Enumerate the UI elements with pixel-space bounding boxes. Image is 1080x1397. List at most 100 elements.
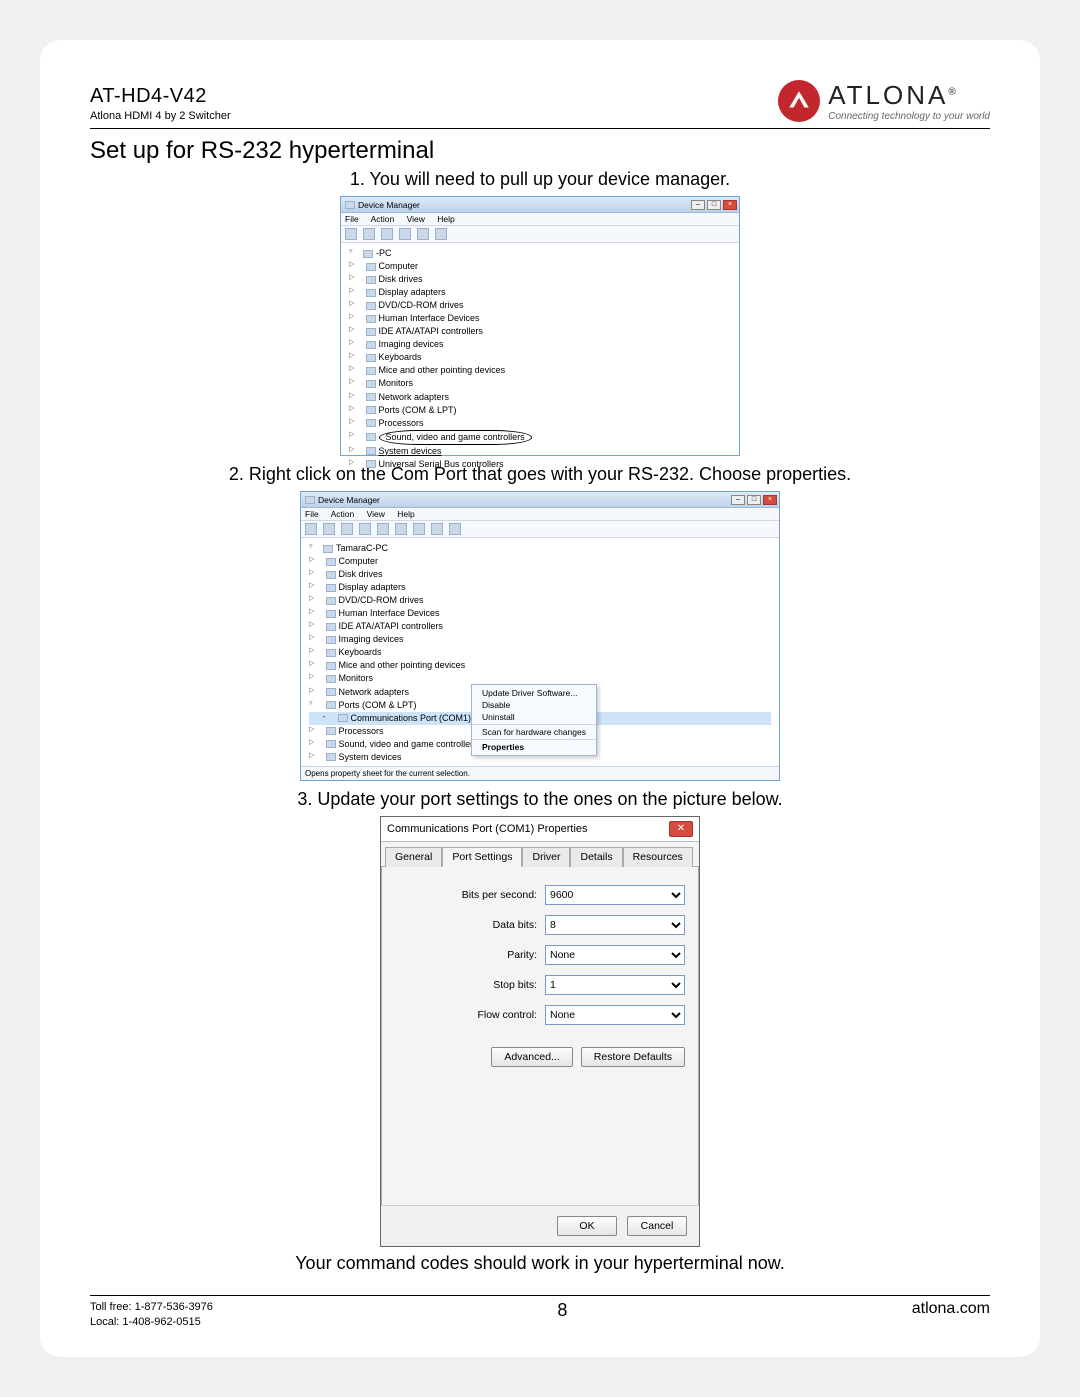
tree-display[interactable]: Display adapters [309,581,771,594]
tree-mice[interactable]: Mice and other pointing devices [349,364,731,377]
restore-defaults-button[interactable]: Restore Defaults [581,1047,685,1067]
tree-dvd[interactable]: DVD/CD-ROM drives [349,299,731,312]
tree-ide[interactable]: IDE ATA/ATAPI controllers [309,620,771,633]
tree-monitors[interactable]: Monitors [349,377,731,390]
menu-view[interactable]: View [367,509,385,519]
tree-sound[interactable]: Sound, video and game controllers [349,430,731,445]
tree-computer[interactable]: Computer [309,555,771,568]
tree-cpu[interactable]: Processors [349,417,731,430]
titlebar: Device Manager – □ × [301,492,779,508]
menu-file[interactable]: File [345,214,359,224]
win-title: Device Manager [318,495,380,505]
imaging-icon [366,341,376,349]
brand-tm: ® [948,86,958,97]
menu-action[interactable]: Action [371,214,395,224]
tree-usb[interactable]: Universal Serial Bus controllers [349,458,731,471]
maximize-button[interactable]: □ [747,495,761,505]
toolbar-icon[interactable] [341,523,353,535]
forward-icon[interactable] [363,228,375,240]
cancel-button[interactable]: Cancel [627,1216,687,1236]
minimize-button[interactable]: – [691,200,705,210]
tree-hid[interactable]: Human Interface Devices [349,312,731,325]
menu-action[interactable]: Action [331,509,355,519]
close-button[interactable]: × [763,495,777,505]
select-bps[interactable]: 9600 [545,885,685,905]
toolbar-icon[interactable] [381,228,393,240]
back-icon[interactable] [345,228,357,240]
tree-system[interactable]: System devices [349,445,731,458]
ctx-update[interactable]: Update Driver Software... [472,687,596,699]
dvd-icon [326,597,336,605]
tree-dvd[interactable]: DVD/CD-ROM drives [309,594,771,607]
menu-view[interactable]: View [407,214,425,224]
forward-icon[interactable] [323,523,335,535]
status-bar: Opens property sheet for the current sel… [301,766,779,780]
toolbar-icon[interactable] [395,523,407,535]
close-button[interactable]: × [723,200,737,210]
cpu-icon [326,727,336,735]
toolbar-icon[interactable] [359,523,371,535]
device-tree: -PC Computer Disk drives Display adapter… [341,243,739,475]
select-stopbits[interactable]: 1 [545,975,685,995]
toolbar-icon[interactable] [417,228,429,240]
header-left: AT-HD4-V42 Atlona HDMI 4 by 2 Switcher [90,85,231,122]
tree-computer[interactable]: Computer [349,260,731,273]
minimize-button[interactable]: – [731,495,745,505]
menu-bar: File Action View Help [341,213,739,226]
page-number: 8 [557,1300,567,1321]
advanced-button[interactable]: Advanced... [491,1047,572,1067]
menu-help[interactable]: Help [437,214,454,224]
toolbar-icon[interactable] [431,523,443,535]
ctx-properties[interactable]: Properties [472,741,596,753]
ctx-disable[interactable]: Disable [472,699,596,711]
tree-network[interactable]: Network adapters [349,391,731,404]
tree-disk[interactable]: Disk drives [309,568,771,581]
ok-button[interactable]: OK [557,1216,617,1236]
select-parity[interactable]: None [545,945,685,965]
tree-keyboards[interactable]: Keyboards [349,351,731,364]
tree-imaging[interactable]: Imaging devices [349,338,731,351]
tree-ports[interactable]: Ports (COM & LPT) [349,404,731,417]
tab-details[interactable]: Details [570,847,622,867]
tree-mice[interactable]: Mice and other pointing devices [309,659,771,672]
closing-text: Your command codes should work in your h… [90,1253,990,1274]
system-icon [366,447,376,455]
tab-general[interactable]: General [385,847,442,867]
tab-port-settings[interactable]: Port Settings [442,847,522,867]
dvd-icon [366,302,376,310]
toolbar-icon[interactable] [377,523,389,535]
tree-ide[interactable]: IDE ATA/ATAPI controllers [349,325,731,338]
tree-keyboards[interactable]: Keyboards [309,646,771,659]
close-button[interactable]: ✕ [669,821,693,837]
disk-icon [366,276,376,284]
ports-icon [366,406,376,414]
label-stopbits: Stop bits: [493,979,537,991]
tab-driver[interactable]: Driver [522,847,570,867]
dialog-title: Communications Port (COM1) Properties [387,823,588,835]
devmgr-icon [305,496,315,504]
toolbar-icon[interactable] [399,228,411,240]
tree-hid[interactable]: Human Interface Devices [309,607,771,620]
maximize-button[interactable]: □ [707,200,721,210]
select-databits[interactable]: 8 [545,915,685,935]
menu-help[interactable]: Help [397,509,414,519]
computer-icon [323,545,333,553]
toolbar-icon[interactable] [413,523,425,535]
tree-imaging[interactable]: Imaging devices [309,633,771,646]
menu-file[interactable]: File [305,509,319,519]
device-manager-window-1: Device Manager – □ × File Action View He… [340,196,740,456]
toolbar-icon[interactable] [435,228,447,240]
tree-disk[interactable]: Disk drives [349,273,731,286]
atlona-logo-icon [778,80,820,122]
tree-root[interactable]: -PC [349,247,731,260]
tab-resources[interactable]: Resources [623,847,693,867]
toolbar-icon[interactable] [449,523,461,535]
select-flow[interactable]: None [545,1005,685,1025]
ctx-uninstall[interactable]: Uninstall [472,711,596,723]
back-icon[interactable] [305,523,317,535]
tree-display[interactable]: Display adapters [349,286,731,299]
sound-icon [366,433,376,441]
network-icon [326,688,336,696]
tree-root[interactable]: TamaraC-PC [309,542,771,555]
ctx-scan[interactable]: Scan for hardware changes [472,726,596,738]
